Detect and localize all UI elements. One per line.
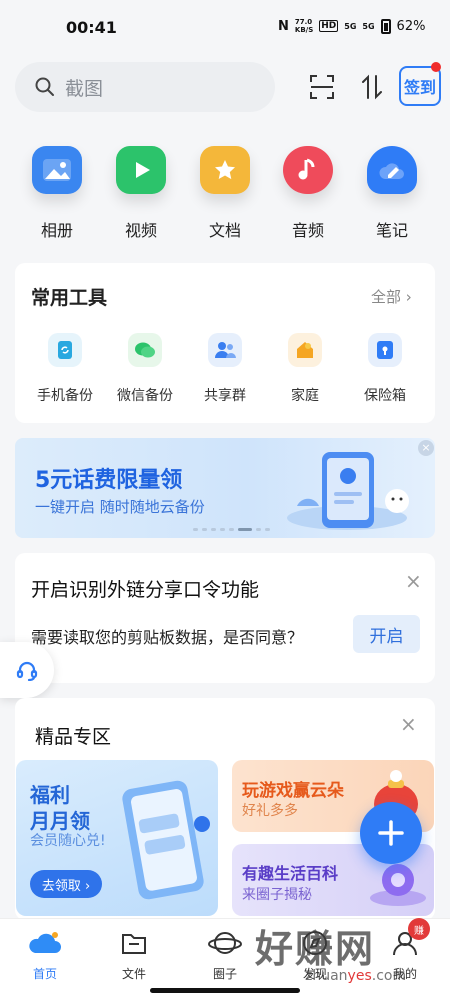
status-time: 00:41 (66, 18, 117, 37)
tool-label: 手机备份 (37, 388, 93, 404)
nav-circle[interactable]: 圈子 (190, 929, 260, 982)
banner-subtitle: 一键开启 随时随地云备份 (35, 498, 205, 516)
premium-benefit-card[interactable]: 福利 月月领 会员随心兑! 去领取 › (16, 760, 218, 916)
family-icon (288, 333, 322, 367)
signal-icon-2: 5G (362, 21, 375, 31)
wechat-backup-icon (128, 333, 162, 367)
document-icon (200, 146, 250, 194)
banner-phone-illustration (287, 452, 409, 530)
quick-label: 笔记 (375, 221, 408, 240)
search-bar[interactable]: 截图 (15, 62, 275, 112)
game-title: 玩游戏赢云朵 (242, 781, 344, 801)
nav-label: 首页 (32, 967, 57, 981)
quick-audio[interactable]: 音频 (273, 146, 343, 241)
nav-home[interactable]: 首页 (10, 929, 80, 982)
tool-safe[interactable]: 保险箱 (345, 333, 425, 405)
tools-all-label: 全部 (371, 288, 402, 306)
tool-share-group[interactable]: 共享群 (185, 333, 265, 405)
game-subtitle: 好礼多多 (242, 803, 298, 819)
phone-illustration (122, 780, 210, 900)
hd-icon: HD (319, 20, 339, 32)
battery-level: 62% (396, 18, 426, 34)
tool-label: 共享群 (204, 388, 246, 404)
watermark-url-prefix: zhuan (305, 968, 348, 984)
tools-title: 常用工具 (31, 287, 108, 309)
tools-all-link[interactable]: 全部 › (371, 286, 412, 307)
premium-title: 精品专区 (35, 726, 112, 748)
battery-icon (380, 18, 391, 34)
sign-in-button[interactable]: 签到 (399, 66, 441, 106)
audio-icon (283, 146, 333, 194)
search-icon (35, 77, 54, 96)
close-icon[interactable]: × (405, 569, 422, 593)
watermark-badge: 赚 (408, 918, 430, 940)
life-subtitle: 来圈子揭秘 (242, 887, 312, 903)
watermark-text: 好赚网 (255, 927, 376, 971)
quick-label: 文档 (208, 221, 241, 240)
prompt-description: 需要读取您的剪贴板数据，是否同意？ (31, 628, 304, 647)
tool-phone-backup[interactable]: 手机备份 (25, 333, 105, 405)
add-button[interactable] (360, 802, 422, 864)
enable-button[interactable]: 开启 (353, 615, 420, 653)
folder-icon (122, 934, 146, 954)
net-speed-value: 77.0 (294, 18, 313, 26)
banner-title: 5元话费限量领 (35, 468, 183, 493)
status-icons: N 77.0 KB/S HD 5G 5G 62% (278, 18, 425, 34)
share-group-icon (208, 333, 242, 367)
quick-note[interactable]: 笔记 (357, 146, 427, 241)
album-icon (32, 146, 82, 194)
net-speed: 77.0 KB/S (295, 18, 313, 34)
benefit-title-line1: 福利 (30, 783, 70, 807)
video-icon (116, 146, 166, 194)
tool-label: 微信备份 (117, 388, 173, 404)
watermark-url: zhuanyes.com (305, 968, 406, 984)
clipboard-prompt-card: 开启识别外链分享口令功能 × 需要读取您的剪贴板数据，是否同意？ 开启 (15, 553, 435, 683)
chevron-right-icon: › (401, 288, 412, 306)
phone-backup-icon (48, 333, 82, 367)
watermark-url-suffix: .com (371, 968, 407, 984)
home-cloud-icon (29, 932, 61, 953)
nfc-icon: N (278, 18, 289, 34)
headset-icon (16, 661, 38, 681)
safe-icon (368, 333, 402, 367)
tools-card: 常用工具 全部 › 手机备份 微信备份 共享群 家庭 保险箱 (15, 263, 435, 423)
signal-icon: 5G (344, 21, 357, 31)
quick-document[interactable]: 文档 (190, 146, 260, 241)
notification-dot (431, 62, 441, 72)
prompt-title: 开启识别外链分享口令功能 (31, 579, 260, 601)
claim-button[interactable]: 去领取 › (30, 870, 102, 898)
tool-label: 家庭 (291, 388, 319, 404)
home-indicator[interactable] (150, 988, 300, 993)
scan-icon[interactable] (302, 66, 342, 108)
transfer-icon[interactable] (352, 66, 392, 108)
quick-label: 相册 (40, 221, 73, 240)
close-icon[interactable]: × (400, 712, 417, 736)
nav-files[interactable]: 文件 (99, 929, 169, 982)
promo-banner[interactable]: 5元话费限量领 一键开启 随时随地云备份 × (15, 438, 435, 538)
watermark-url-accent: yes (347, 968, 372, 984)
quick-album[interactable]: 相册 (22, 146, 92, 241)
quick-label: 音频 (291, 221, 324, 240)
customer-service-button[interactable] (0, 642, 54, 698)
tool-label: 保险箱 (364, 388, 406, 404)
life-title: 有趣生活百科 (242, 864, 339, 883)
circle-icon (208, 932, 242, 954)
banner-close-icon[interactable]: × (418, 440, 434, 456)
benefit-subtitle: 会员随心兑! (30, 833, 106, 849)
nav-label: 文件 (121, 967, 146, 981)
note-icon (367, 146, 417, 194)
plus-icon (378, 820, 404, 846)
quick-label: 视频 (124, 221, 157, 240)
tool-wechat-backup[interactable]: 微信备份 (105, 333, 185, 405)
banner-pagination (193, 528, 270, 531)
quick-video[interactable]: 视频 (106, 146, 176, 241)
benefit-title: 福利 月月领 (30, 782, 90, 834)
search-placeholder: 截图 (65, 77, 104, 100)
net-speed-unit: KB/S (294, 26, 314, 34)
nav-label: 圈子 (212, 967, 237, 981)
status-bar: 00:41 N 77.0 KB/S HD 5G 5G 62% (0, 0, 450, 56)
tool-family[interactable]: 家庭 (265, 333, 345, 405)
